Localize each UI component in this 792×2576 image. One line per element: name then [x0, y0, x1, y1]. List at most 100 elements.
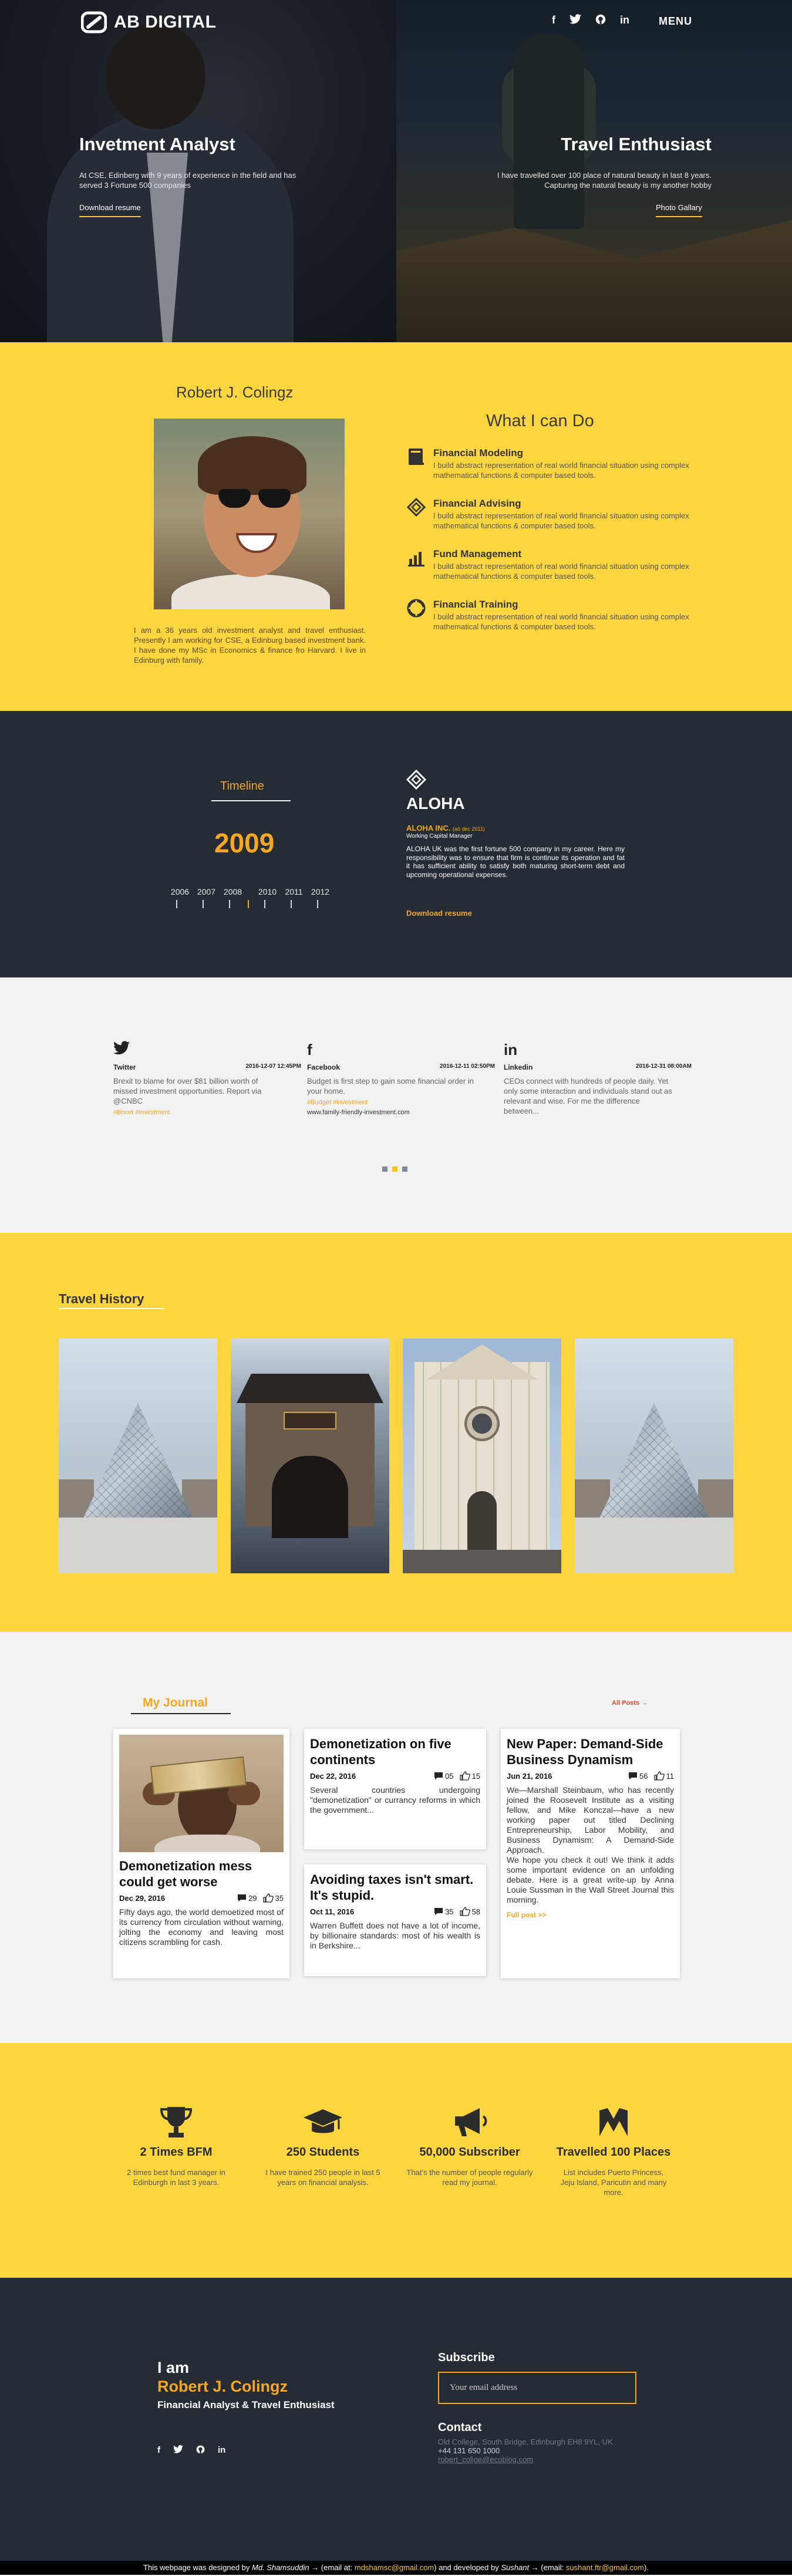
credits-text: → (email at:: [309, 2563, 355, 2572]
post-tags[interactable]: #Budget #investment: [307, 1099, 495, 1106]
social-post[interactable]: in Linkedin 2016-12-31 08:00AM CEOs conne…: [504, 1041, 692, 1116]
journal-card-title[interactable]: Demonetization mess could get worse: [119, 1858, 284, 1890]
comment-icon: [434, 1772, 443, 1779]
contact-details: Old College, South Bridge, Edinburgh EH8…: [438, 2437, 613, 2464]
carousel-dot[interactable]: [382, 1166, 387, 1172]
facebook-icon[interactable]: f: [157, 2445, 160, 2456]
post-tags[interactable]: #Brexit #investment: [113, 1109, 301, 1116]
journal-section: My Journal All Posts → Demonetization me…: [0, 1632, 792, 2043]
credits-text: This webpage was designed by: [143, 2563, 252, 2572]
profile-photo: [154, 419, 345, 609]
brand-name: AB DIGITAL: [114, 12, 217, 32]
thumbs-up-icon: [459, 1907, 470, 1916]
company-name: ALOHA: [406, 794, 465, 812]
designer-email-link[interactable]: mdshamsc@gmail.com: [355, 2563, 434, 2572]
job-role: Working Capital Manager: [406, 833, 473, 839]
post-url[interactable]: www.family-friendly-investment.com: [307, 1109, 495, 1116]
twitter-icon[interactable]: [173, 2445, 183, 2456]
all-posts-link[interactable]: All Posts →: [612, 1700, 648, 1707]
timeline-tick[interactable]: [264, 900, 265, 908]
subscribe-email-input[interactable]: [438, 2372, 636, 2404]
github-icon[interactable]: [196, 2445, 205, 2456]
journal-card[interactable]: New Paper: Demand-Side Business Dynamism…: [501, 1729, 680, 1978]
timeline-year[interactable]: 2006: [167, 887, 193, 896]
journal-heading-underline: [131, 1713, 231, 1714]
timeline-tick[interactable]: [203, 900, 204, 908]
linkedin-icon[interactable]: in: [218, 2445, 225, 2456]
developer-email-link[interactable]: sushant.ftr@gmail.com: [566, 2563, 644, 2572]
twitter-icon[interactable]: [569, 14, 581, 28]
timeline-tick[interactable]: [229, 900, 230, 908]
timeline-tick[interactable]: [317, 900, 318, 908]
travel-photo-louvre[interactable]: [575, 1338, 733, 1573]
social-post[interactable]: f Facebook 2016-12-11 02:50PM Budget is f…: [307, 1041, 495, 1116]
journal-heading: My Journal: [143, 1696, 208, 1710]
contact-email-link[interactable]: robert_colige@ecoblog.com: [438, 2455, 613, 2464]
comment-count[interactable]: 05: [434, 1771, 454, 1781]
timeline-heading: Timeline: [220, 780, 264, 793]
travel-photo-louvre[interactable]: [59, 1338, 217, 1573]
timeline-year[interactable]: 2010: [254, 887, 281, 896]
skill-description: I build abstract representation of real …: [433, 612, 689, 631]
achievement-description: I have trained 250 people in last 5 year…: [265, 2168, 380, 2187]
post-date: 2016-12-11 02:50PM: [440, 1063, 495, 1070]
footer-section: I am Robert J. Colingz Financial Analyst…: [0, 2278, 792, 2561]
about-section: Robert J. Colingz I am a 36 years old in…: [0, 342, 792, 711]
timeline-year[interactable]: 2012: [307, 887, 333, 896]
achievement-item: Travelled 100 Places List includes Puert…: [549, 2105, 678, 2197]
facebook-icon[interactable]: f: [552, 14, 555, 28]
post-text: Budget is first step to gain some financ…: [307, 1077, 474, 1095]
skills-heading: What I can Do: [486, 412, 594, 430]
brand-logo[interactable]: AB DIGITAL: [81, 11, 216, 34]
journal-card-title[interactable]: Avoiding taxes isn't smart. It's stupid.: [310, 1872, 480, 1903]
journal-card-title[interactable]: New Paper: Demand-Side Business Dynamism: [507, 1736, 674, 1768]
timeline-selected-year: 2009: [214, 828, 275, 858]
twitter-icon: [113, 1041, 301, 1062]
journal-card-title[interactable]: Demonetization on five continents: [310, 1736, 480, 1768]
like-count[interactable]: 35: [262, 1893, 284, 1903]
full-post-link[interactable]: Full post >>: [507, 1911, 674, 1919]
comment-count[interactable]: 56: [628, 1771, 648, 1781]
timeline-year[interactable]: 2008: [220, 887, 246, 896]
timeline-download-resume-link[interactable]: Download resume: [406, 909, 472, 918]
linkedin-icon[interactable]: in: [620, 14, 629, 28]
social-post[interactable]: Twitter 2016-12-07 12:45PM Brexit to blam…: [113, 1041, 301, 1116]
top-navbar: AB DIGITAL f in MENU: [0, 0, 792, 44]
social-feed-section: Twitter 2016-12-07 12:45PM Brexit to blam…: [0, 977, 792, 1233]
achievement-title: 250 Students: [286, 2146, 360, 2159]
comment-icon: [238, 1894, 247, 1901]
hero-travel-description: I have travelled over 100 place of natur…: [497, 171, 712, 190]
comment-count[interactable]: 35: [434, 1907, 454, 1916]
github-icon[interactable]: [595, 14, 606, 28]
skill-description: I build abstract representation of real …: [433, 511, 689, 530]
timeline-year[interactable]: 2011: [281, 887, 307, 896]
travel-photo-chinese-gate[interactable]: [231, 1338, 389, 1573]
journal-card[interactable]: Demonetization mess could get worse Dec …: [113, 1729, 289, 1978]
achievements-section: 2 Times BFM 2 times best fund manager in…: [0, 2043, 792, 2278]
post-text: Brexit to blame for over $81 billion wor…: [113, 1077, 262, 1105]
skill-item: Fund Management I build abstract represe…: [407, 548, 689, 589]
like-count[interactable]: 11: [653, 1771, 674, 1781]
comment-count[interactable]: 29: [237, 1893, 257, 1903]
photo-gallery-link[interactable]: Photo Gallary: [656, 203, 702, 217]
timeline-tick[interactable]: [291, 900, 292, 908]
travel-photo-duomo[interactable]: [403, 1338, 561, 1573]
like-count[interactable]: 15: [459, 1771, 480, 1781]
menu-button[interactable]: MENU: [659, 15, 692, 28]
timeline-tick[interactable]: [176, 900, 177, 908]
comment-icon: [434, 1908, 443, 1915]
journal-card-date: Dec 29, 2016: [119, 1893, 166, 1903]
achievement-description: That's the number of people regularly re…: [406, 2168, 533, 2187]
download-resume-link[interactable]: Download resume: [79, 203, 141, 217]
carousel-dot[interactable]: [402, 1166, 407, 1172]
timeline-section: Timeline 2009 2006 2007 2008 2010 2011 2…: [0, 711, 792, 977]
timeline-tick-active[interactable]: [248, 900, 249, 908]
carousel-dot-active[interactable]: [392, 1166, 397, 1172]
post-network: Facebook: [307, 1063, 341, 1071]
skill-item: Financial Training I build abstract repr…: [407, 599, 689, 640]
like-count[interactable]: 58: [459, 1907, 480, 1916]
bar-chart-icon: [408, 552, 424, 567]
timeline-year[interactable]: 2007: [193, 887, 220, 896]
journal-card[interactable]: Avoiding taxes isn't smart. It's stupid.…: [304, 1864, 486, 1976]
journal-card[interactable]: Demonetization on five continents Dec 22…: [304, 1729, 486, 1849]
